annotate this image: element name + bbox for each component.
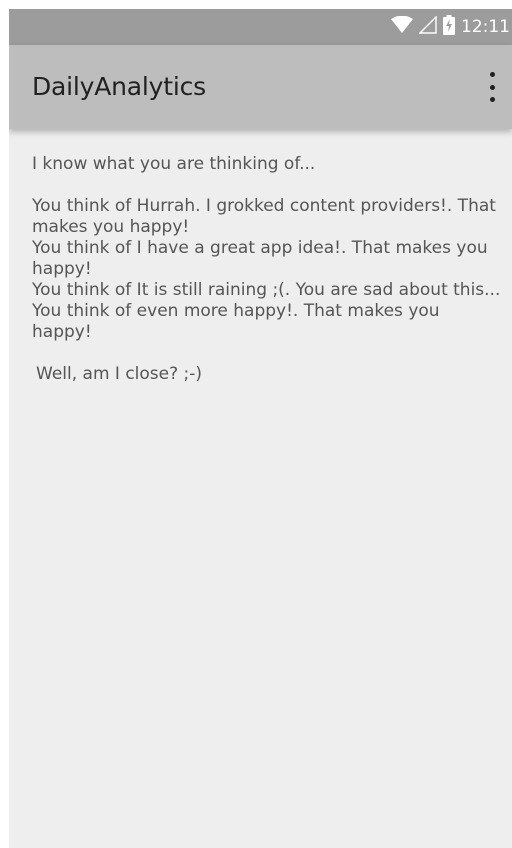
app-title: DailyAnalytics bbox=[32, 72, 206, 101]
status-bar: 12:11 bbox=[9, 9, 512, 45]
app-bar: DailyAnalytics bbox=[9, 45, 512, 129]
cell-signal-icon bbox=[418, 15, 437, 38]
menu-dot bbox=[489, 97, 495, 102]
more-vert-icon[interactable] bbox=[482, 72, 502, 102]
status-icons: 12:11 bbox=[391, 9, 512, 45]
menu-dot bbox=[489, 84, 495, 90]
thought-item: You think of I have a great app idea!. T… bbox=[32, 238, 488, 279]
closing-text: Well, am I close? ;-) bbox=[36, 364, 203, 384]
device-frame: 12:11 DailyAnalytics I know what you are… bbox=[0, 0, 512, 848]
thought-item: You think of Hurrah. I grokked content p… bbox=[32, 196, 496, 237]
intro-text: I know what you are thinking of... bbox=[32, 154, 316, 174]
battery-charging-icon bbox=[443, 15, 455, 39]
thought-item: You think of It is still raining ;(. You… bbox=[32, 280, 501, 300]
thought-item: You think of even more happy!. That make… bbox=[32, 301, 440, 342]
thought-list: You think of Hurrah. I grokked content p… bbox=[32, 196, 504, 343]
wifi-icon bbox=[391, 15, 413, 38]
app-screen: 12:11 DailyAnalytics I know what you are… bbox=[9, 9, 512, 848]
status-time: 12:11 bbox=[461, 17, 510, 37]
menu-dot bbox=[489, 72, 495, 77]
main-content: I know what you are thinking of... You t… bbox=[32, 154, 504, 385]
